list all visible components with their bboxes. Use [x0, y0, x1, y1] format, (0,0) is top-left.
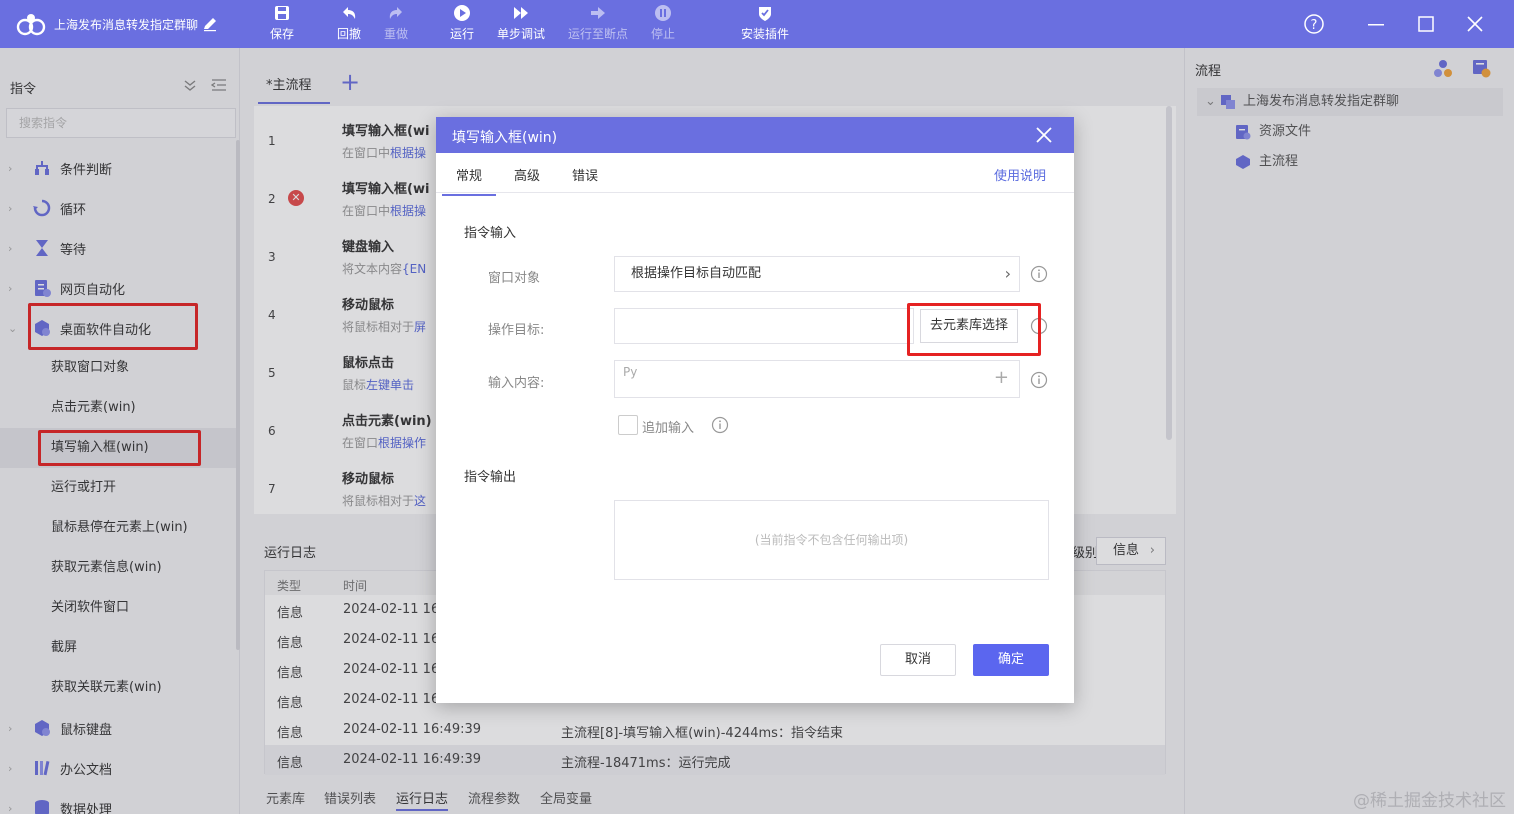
window-object-value: 根据操作目标自动匹配 [631, 266, 762, 281]
run-to-breakpoint-button[interactable]: 运行至断点 [566, 4, 630, 44]
step-debug-label: 单步调试 [496, 27, 545, 41]
redo-label: 重做 [383, 27, 408, 41]
edit-title-icon[interactable] [202, 16, 218, 32]
stop-label: 停止 [650, 27, 675, 41]
close-window-icon[interactable] [1463, 12, 1487, 36]
save-button[interactable]: 保存 [266, 4, 298, 44]
info-icon[interactable] [1030, 265, 1048, 283]
operation-target-label: 操作目标: [488, 323, 545, 338]
info-icon[interactable] [711, 416, 729, 434]
window-object-label: 窗口对象 [488, 271, 541, 286]
plus-icon[interactable]: + [994, 361, 1009, 395]
usage-help-link[interactable]: 使用说明 [994, 165, 1046, 184]
window-object-select[interactable]: 根据操作目标自动匹配 › [614, 256, 1020, 292]
run-to-breakpoint-icon [591, 7, 605, 19]
save-label: 保存 [269, 27, 294, 41]
input-content-label: 输入内容: [488, 376, 545, 391]
chevron-right-icon: › [1004, 264, 1011, 283]
stop-icon [655, 5, 671, 21]
help-icon[interactable]: ? [1302, 12, 1326, 36]
output-section-title: 指令输出 [464, 470, 517, 485]
append-input-checkbox[interactable] [618, 415, 638, 435]
run-to-breakpoint-label: 运行至断点 [567, 27, 628, 41]
play-icon [454, 5, 470, 21]
run-label: 运行 [449, 27, 474, 41]
install-plugin-button[interactable]: 安装插件 [738, 4, 792, 44]
dialog-title: 填写输入框(win) [452, 130, 558, 146]
input-section-title: 指令输入 [464, 226, 517, 241]
dialog-header: 填写输入框(win) [436, 117, 1074, 153]
redo-button[interactable]: 重做 [380, 4, 412, 44]
append-input-label: 追加输入 [642, 421, 695, 436]
confirm-button[interactable]: 确定 [973, 644, 1049, 676]
cancel-button[interactable]: 取消 [880, 644, 956, 676]
step-debug-icon [514, 7, 528, 19]
close-icon[interactable] [1034, 125, 1054, 145]
operation-target-field[interactable] [614, 308, 914, 344]
stop-button[interactable]: 停止 [647, 4, 679, 44]
python-prefix: Py [623, 365, 638, 379]
title-bar: 上海发布消息转发指定群聊 保存 回撤 重做 运行 单步调试 运行至断点 停止 安… [0, 0, 1514, 48]
svg-text:?: ? [1311, 18, 1318, 33]
undo-icon [343, 7, 356, 19]
redo-icon [389, 7, 402, 19]
maximize-icon[interactable] [1414, 12, 1438, 36]
undo-button[interactable]: 回撤 [333, 4, 365, 44]
app-logo-icon [16, 14, 46, 36]
output-empty-box: (当前指令不包含任何输出项) [614, 500, 1049, 580]
info-icon[interactable] [1030, 371, 1048, 389]
app-title: 上海发布消息转发指定群聊 [54, 18, 199, 32]
install-plugin-label: 安装插件 [740, 27, 789, 41]
tab-advanced[interactable]: 高级 [514, 165, 540, 184]
dialog-tabs: 常规 高级 错误 使用说明 [436, 153, 1074, 196]
step-debug-button[interactable]: 单步调试 [494, 4, 548, 44]
input-content-field[interactable]: Py + [614, 360, 1020, 398]
save-icon [275, 6, 289, 20]
minimize-icon[interactable] [1364, 12, 1388, 36]
fill-input-dialog: 填写输入框(win) 常规 高级 错误 使用说明 指令输入 窗口对象 根据操作目… [436, 117, 1074, 703]
undo-label: 回撤 [336, 27, 361, 41]
highlight-box-element-library [907, 303, 1041, 356]
run-button[interactable]: 运行 [446, 4, 478, 44]
tab-general[interactable]: 常规 [442, 165, 497, 196]
plugin-icon [759, 7, 771, 21]
tab-error[interactable]: 错误 [572, 165, 598, 184]
